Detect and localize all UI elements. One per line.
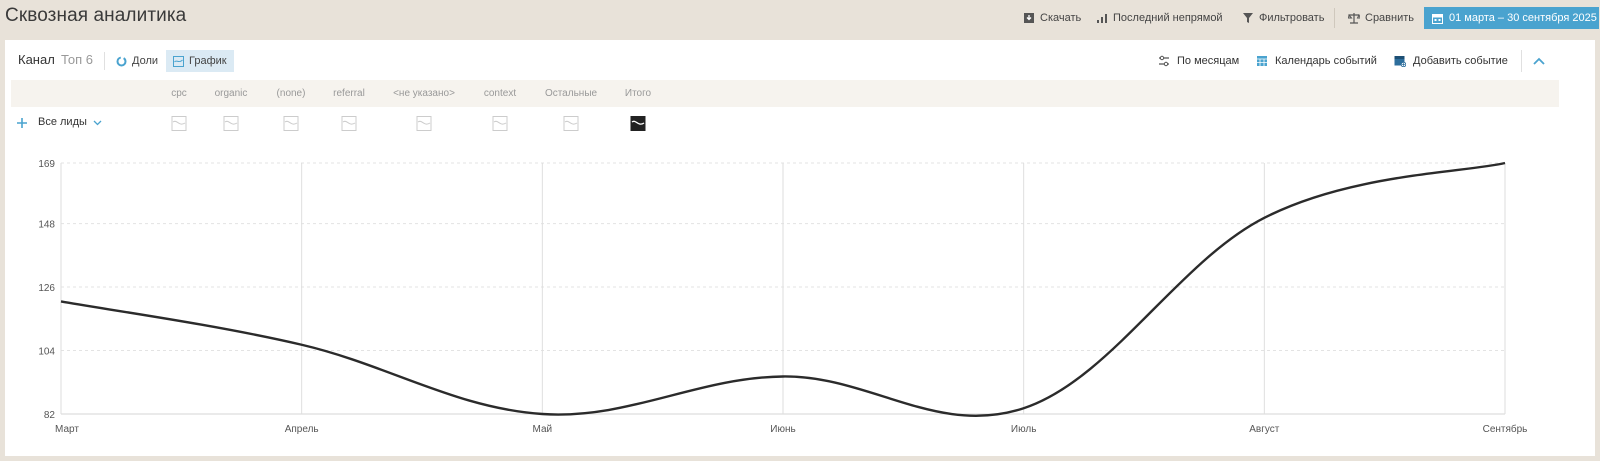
toggle-other-icon[interactable] — [563, 116, 579, 131]
dimension-label[interactable]: Канал — [18, 52, 55, 67]
date-range-label: 01 марта – 30 сентября 2025 — [1449, 12, 1597, 24]
events-calendar-label: Календарь событий — [1275, 55, 1377, 67]
chevron-down-icon — [93, 118, 102, 127]
chart-svg: 82 104 126 148 169 Март Апрель Май Июнь Июль Авгус… — [38, 159, 1528, 435]
calendar-grid-icon — [1256, 55, 1268, 67]
x-tick-label: Июль — [1011, 424, 1037, 435]
metric-row: Все лиды — [5, 108, 1595, 138]
filter-button[interactable]: Фильтровать — [1242, 9, 1324, 27]
attribution-label: Последний непрямой — [1113, 12, 1223, 24]
analytics-panel: Канал Топ 6 Доли График По месяцам Кален… — [5, 40, 1595, 456]
events-calendar-button[interactable]: Календарь событий — [1256, 52, 1377, 70]
shares-view-button[interactable]: Доли — [109, 50, 165, 72]
series-header-total[interactable]: Итого — [625, 88, 651, 99]
metric-selector[interactable]: Все лиды — [38, 116, 102, 128]
page-title: Сквозная аналитика — [5, 5, 187, 26]
toggle-context-icon[interactable] — [492, 116, 508, 131]
metric-label: Все лиды — [38, 116, 87, 128]
download-label: Скачать — [1040, 12, 1082, 24]
pie-chart-icon — [116, 56, 127, 67]
download-button[interactable]: Скачать — [1023, 9, 1081, 27]
calendar-add-icon — [1394, 55, 1407, 68]
toolbar-divider — [104, 52, 105, 70]
toggle-none-icon[interactable] — [283, 116, 299, 131]
line-chart-icon — [173, 55, 184, 67]
series-header-cpc[interactable]: cpc — [171, 88, 187, 99]
add-event-label: Добавить событие — [1413, 55, 1508, 67]
compare-label: Сравнить — [1365, 12, 1415, 24]
panel-toolbar: Канал Топ 6 Доли График По месяцам Кален… — [5, 40, 1595, 80]
filter-label: Фильтровать — [1259, 12, 1325, 24]
toggle-unspecified-icon[interactable] — [416, 116, 432, 131]
header: Сквозная аналитика Скачать Последний неп… — [0, 0, 1600, 36]
sliders-icon — [1158, 55, 1170, 67]
by-months-label: По месяцам — [1177, 55, 1240, 67]
compare-button[interactable]: Сравнить — [1347, 9, 1415, 27]
series-header-none[interactable]: (none) — [277, 88, 306, 99]
y-tick-label: 148 — [38, 220, 55, 231]
series-header-organic[interactable]: organic — [215, 88, 248, 99]
date-range-button[interactable]: 01 марта – 30 сентября 2025 — [1424, 7, 1599, 29]
y-tick-label: 169 — [38, 159, 55, 170]
x-tick-label: Май — [533, 424, 553, 435]
x-tick-label: Апрель — [285, 424, 319, 435]
graph-view-label: График — [189, 55, 227, 67]
scales-icon — [1347, 12, 1362, 24]
y-tick-label: 126 — [38, 283, 55, 294]
header-divider — [1334, 8, 1335, 28]
graph-view-button[interactable]: График — [166, 50, 234, 72]
top-count[interactable]: Топ 6 — [61, 52, 93, 67]
series-header-referral[interactable]: referral — [333, 88, 365, 99]
filter-icon — [1242, 12, 1254, 24]
calendar-icon — [1432, 13, 1443, 24]
series-header-other[interactable]: Остальные — [545, 88, 597, 99]
add-metric-plus-icon[interactable] — [16, 116, 28, 128]
toggle-total-icon[interactable] — [630, 116, 646, 131]
line-chart: 82 104 126 148 169 Март Апрель Май Июнь Июль Авгус… — [5, 138, 1595, 456]
series-header-row: cpc organic (none) referral <не указано>… — [11, 80, 1559, 107]
toggle-cpc-icon[interactable] — [171, 116, 187, 131]
download-icon — [1023, 12, 1035, 24]
x-tick-label: Август — [1249, 424, 1280, 435]
bar-chart-icon — [1096, 12, 1108, 24]
attribution-button[interactable]: Последний непрямой — [1096, 9, 1223, 27]
series-header-unspecified[interactable]: <не указано> — [393, 88, 455, 99]
toggle-organic-icon[interactable] — [223, 116, 239, 131]
toolbar-divider-right — [1521, 50, 1522, 72]
by-months-button[interactable]: По месяцам — [1158, 52, 1239, 70]
add-event-button[interactable]: Добавить событие — [1394, 52, 1508, 70]
shares-view-label: Доли — [132, 55, 159, 67]
collapse-chevron-up-icon[interactable] — [1530, 52, 1548, 70]
x-tick-label: Сентябрь — [1483, 423, 1528, 435]
x-tick-label: Июнь — [770, 424, 795, 435]
toggle-referral-icon[interactable] — [341, 116, 357, 131]
y-tick-label: 104 — [38, 347, 55, 358]
x-tick-label: Март — [55, 424, 79, 435]
series-header-context[interactable]: context — [484, 88, 516, 99]
y-tick-label: 82 — [44, 410, 56, 421]
